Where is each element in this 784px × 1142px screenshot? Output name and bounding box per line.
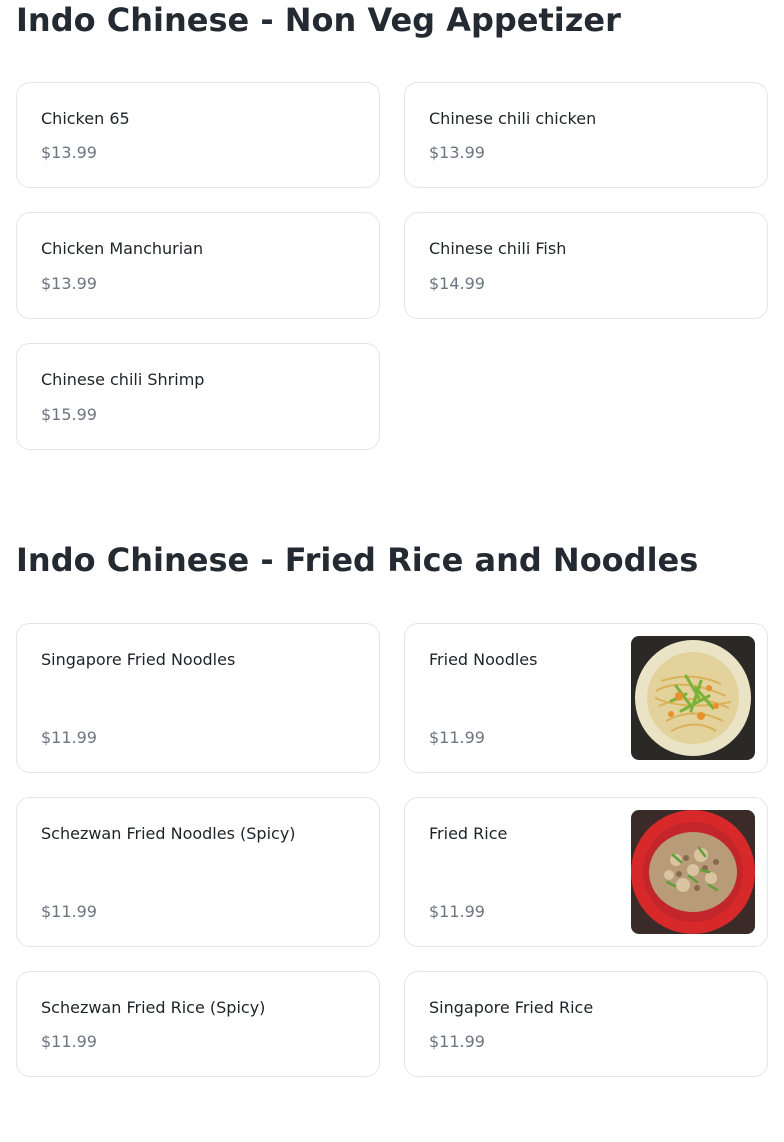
menu-item-card[interactable]: Schezwan Fried Rice (Spicy) $11.99	[16, 971, 380, 1077]
menu-item-name: Chinese chili Fish	[429, 239, 567, 258]
menu-item-price: $13.99	[429, 143, 485, 162]
menu-item-card[interactable]: Chicken 65 $13.99	[16, 82, 380, 188]
menu-item-card[interactable]: Chicken Manchurian $13.99	[16, 212, 380, 319]
menu-item-card[interactable]: Singapore Fried Rice $11.99	[404, 971, 768, 1077]
menu-item-name: Chicken 65	[41, 109, 130, 128]
menu-item-name: Chicken Manchurian	[41, 239, 204, 258]
menu-item-price: $11.99	[41, 728, 97, 747]
menu-item-price: $15.99	[41, 405, 97, 424]
menu-item-price: $13.99	[41, 143, 97, 162]
fried-rice-image	[631, 810, 755, 934]
menu-item-name: Singapore Fried Noodles	[41, 650, 236, 669]
menu-item-card[interactable]: Chinese chili Shrimp $15.99	[16, 343, 380, 450]
menu-item-name: Schezwan Fried Rice (Spicy)	[41, 998, 266, 1017]
menu-item-name: Schezwan Fried Noodles (Spicy)	[41, 824, 296, 843]
menu-item-price: $11.99	[429, 902, 485, 921]
menu-item-card[interactable]: Schezwan Fried Noodles (Spicy) $11.99	[16, 797, 380, 947]
menu-item-name: Chinese chili Shrimp	[41, 370, 205, 389]
menu-item-price: $11.99	[41, 1032, 97, 1051]
menu-item-card[interactable]: Singapore Fried Noodles $11.99	[16, 623, 380, 773]
section-title-non-veg-appetizer: Indo Chinese - Non Veg Appetizer	[16, 1, 621, 39]
menu-item-price: $11.99	[429, 728, 485, 747]
menu-item-card[interactable]: Chinese chili Fish $14.99	[404, 212, 768, 319]
menu-item-name: Fried Noodles	[429, 650, 538, 669]
menu-item-price: $11.99	[41, 902, 97, 921]
menu-item-card[interactable]: Fried Noodles $11.99	[404, 623, 768, 773]
menu-item-price: $13.99	[41, 274, 97, 293]
menu-item-name: Fried Rice	[429, 824, 508, 843]
menu-item-card[interactable]: Fried Rice $11.99	[404, 797, 768, 947]
menu-item-price: $14.99	[429, 274, 485, 293]
section-title-fried-rice-noodles: Indo Chinese - Fried Rice and Noodles	[16, 541, 699, 579]
fried-noodles-image	[631, 636, 755, 760]
menu-item-name: Singapore Fried Rice	[429, 998, 594, 1017]
fried-rice-photo	[631, 810, 755, 934]
menu-item-card[interactable]: Chinese chili chicken $13.99	[404, 82, 768, 188]
menu-item-name: Chinese chili chicken	[429, 109, 597, 128]
menu-item-price: $11.99	[429, 1032, 485, 1051]
fried-noodles-photo	[631, 636, 755, 760]
